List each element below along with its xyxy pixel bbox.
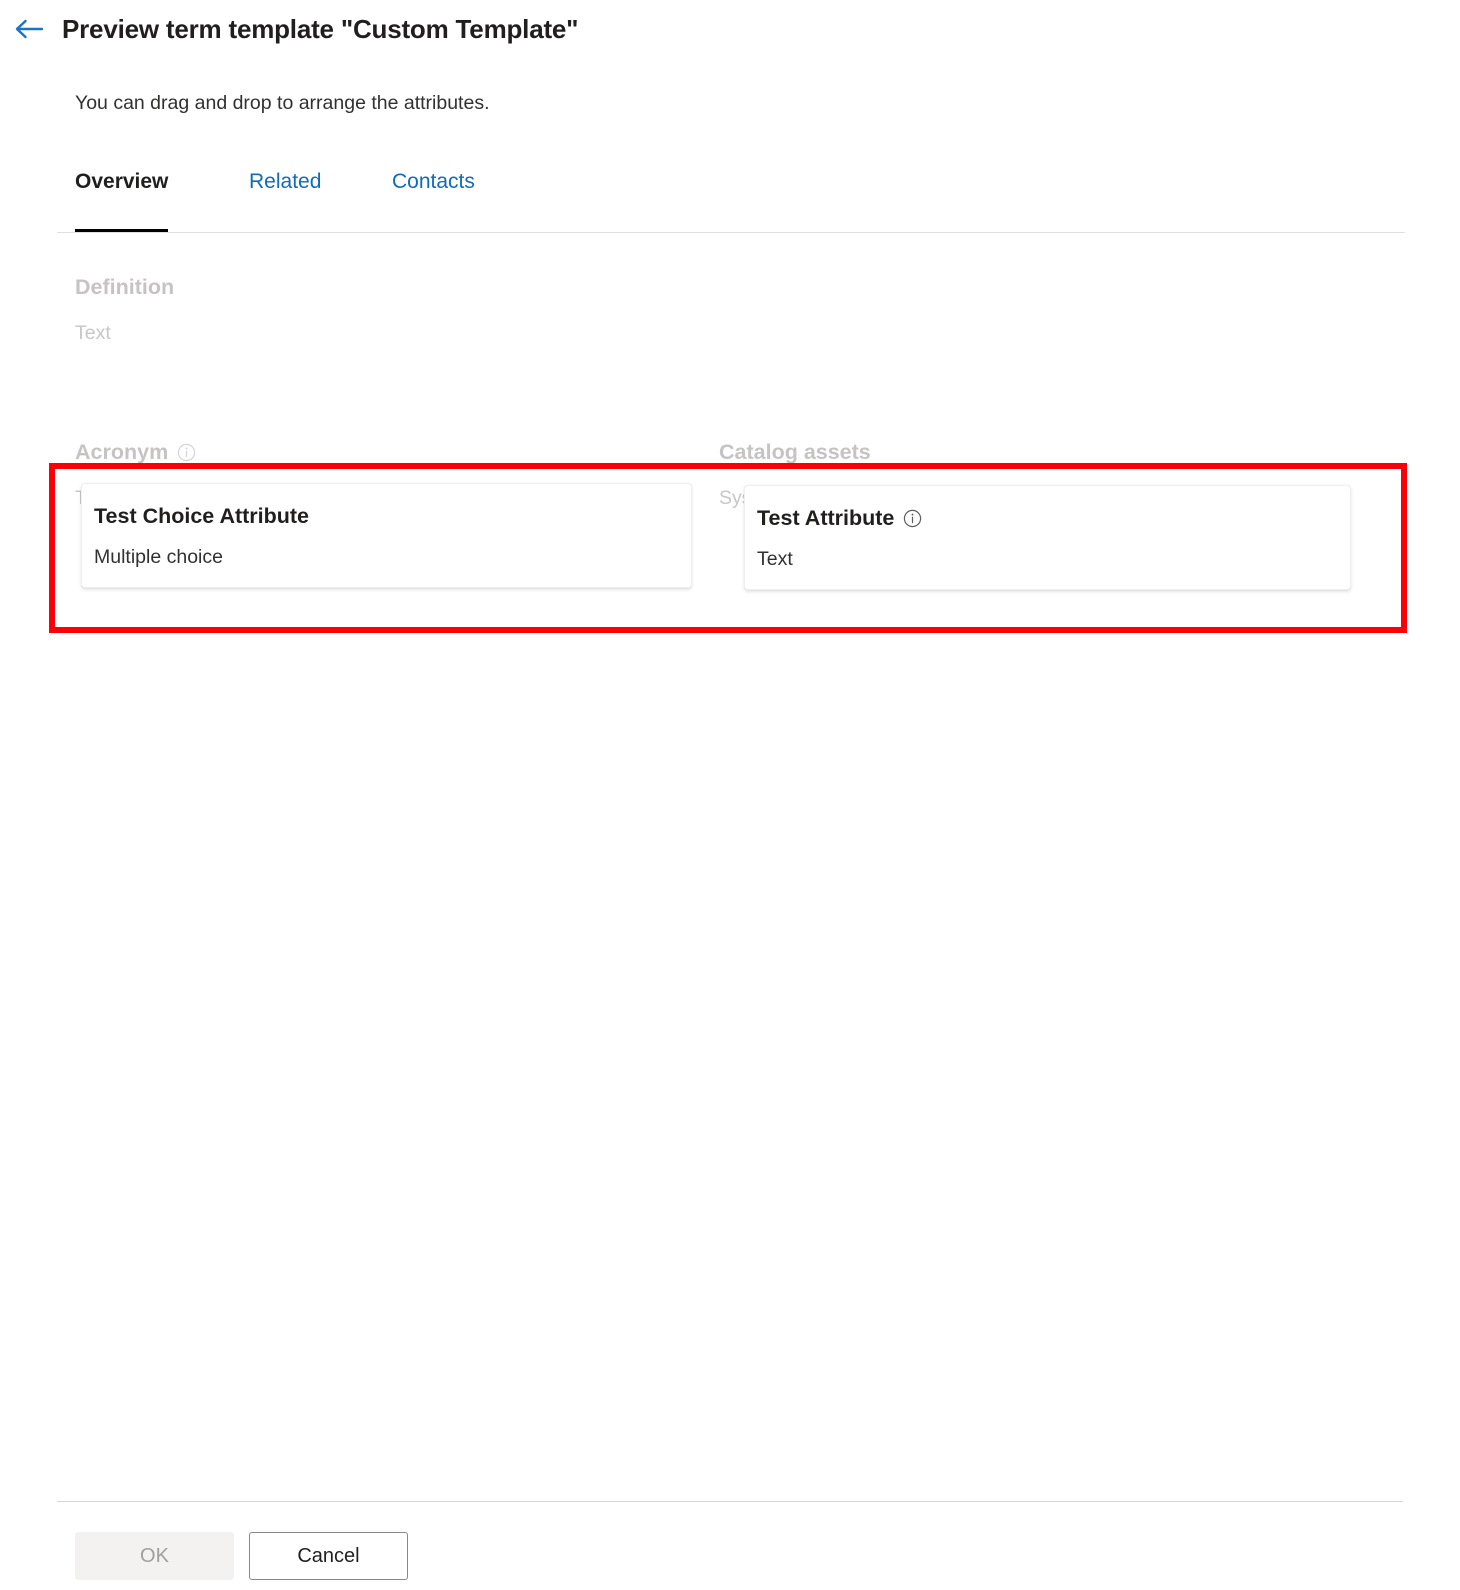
back-arrow-icon: [14, 18, 44, 40]
attribute-card-test-choice-attribute[interactable]: Test Choice Attribute Multiple choice: [81, 483, 692, 588]
page-title: Preview term template "Custom Template": [62, 14, 578, 45]
tab-contacts[interactable]: Contacts: [392, 158, 475, 232]
field-definition-value: Text: [75, 322, 174, 345]
back-arrow-button[interactable]: [10, 10, 48, 48]
field-acronym-label-text: Acronym: [75, 440, 168, 465]
tab-related-label: Related: [249, 170, 321, 194]
tab-bar: Overview Related Contacts: [57, 158, 1405, 233]
attribute-card-title-text: Test Attribute: [757, 506, 894, 531]
tab-overview[interactable]: Overview: [75, 158, 168, 232]
highlight-annotation-box: Test Choice Attribute Multiple choice Te…: [49, 463, 1407, 633]
attribute-card-title: Test Attribute: [757, 506, 922, 531]
dialog-content: You can drag and drop to arrange the att…: [0, 58, 1460, 1490]
tab-overview-label: Overview: [75, 170, 168, 194]
info-icon[interactable]: [177, 443, 196, 462]
helper-text: You can drag and drop to arrange the att…: [75, 92, 490, 115]
field-definition: Definition Text: [75, 275, 174, 345]
field-definition-label-text: Definition: [75, 275, 174, 300]
field-acronym-label: Acronym: [75, 440, 196, 465]
info-icon[interactable]: [903, 509, 922, 528]
footer-divider: [57, 1501, 1403, 1502]
ok-button[interactable]: OK: [75, 1532, 234, 1580]
cancel-button[interactable]: Cancel: [249, 1532, 408, 1580]
attribute-card-test-attribute[interactable]: Test Attribute Text: [744, 485, 1351, 590]
attribute-card-subtitle: Multiple choice: [94, 546, 223, 569]
page-header: Preview term template "Custom Template": [0, 0, 1460, 58]
tab-related[interactable]: Related: [249, 158, 321, 232]
dialog-footer: OK Cancel: [0, 1497, 1460, 1590]
field-catalog-assets-label: Catalog assets: [719, 440, 871, 465]
attribute-card-title: Test Choice Attribute: [94, 504, 309, 529]
attribute-card-subtitle: Text: [757, 548, 793, 571]
field-definition-label: Definition: [75, 275, 174, 300]
attribute-card-title-text: Test Choice Attribute: [94, 504, 309, 529]
field-catalog-assets-label-text: Catalog assets: [719, 440, 871, 465]
tab-contacts-label: Contacts: [392, 170, 475, 194]
